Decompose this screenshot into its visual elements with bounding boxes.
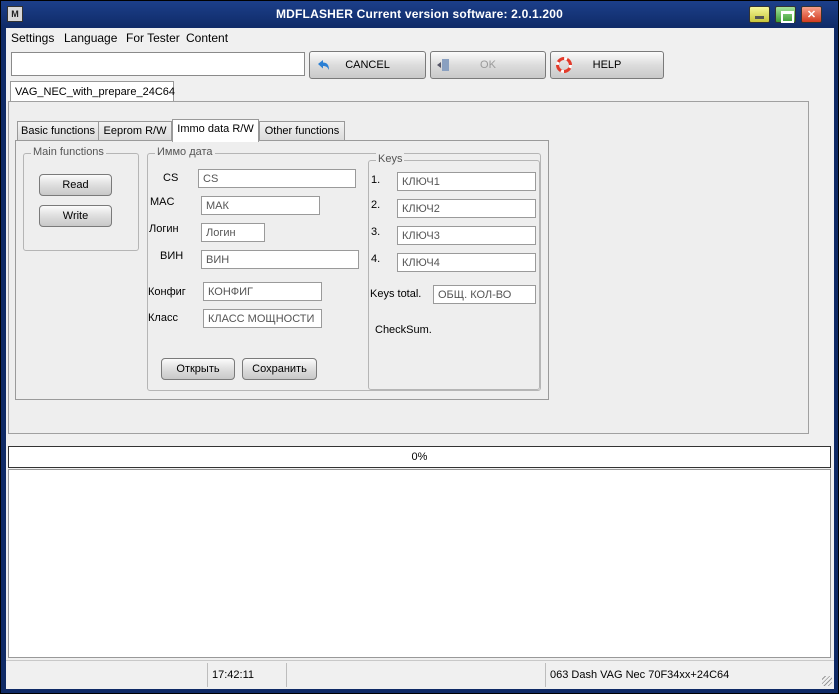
progress-text: 0% — [411, 451, 428, 463]
key3-label: 3. — [371, 226, 381, 238]
key4-field[interactable]: КЛЮЧ4 — [397, 253, 536, 272]
help-button[interactable]: HELP — [550, 51, 664, 79]
status-device: 063 Dash VAG Nec 70F34xx+24C64 — [550, 669, 730, 681]
ok-button[interactable]: OK — [430, 51, 546, 79]
tab-other-functions[interactable]: Other functions — [259, 121, 345, 141]
command-input[interactable] — [11, 52, 305, 76]
keys-total-label: Keys total. — [370, 288, 422, 300]
main-functions-group: Main functions Read Write — [23, 146, 139, 251]
help-label: HELP — [592, 59, 622, 71]
vin-field[interactable]: ВИН — [201, 250, 359, 269]
cs-label: CS — [163, 172, 179, 184]
keys-total-field[interactable]: ОБЩ. КОЛ-ВО — [433, 285, 536, 304]
menu-content[interactable]: Content — [186, 31, 228, 45]
mac-label: MAC — [150, 196, 175, 208]
checksum-label: CheckSum. — [375, 324, 432, 336]
key3-field[interactable]: КЛЮЧ3 — [397, 226, 536, 245]
main-functions-title: Main functions — [31, 146, 106, 158]
resize-grip[interactable] — [822, 676, 832, 686]
class-field[interactable]: КЛАСС МОЩНОСТИ — [203, 309, 322, 328]
read-button[interactable]: Read — [39, 174, 112, 196]
cancel-button[interactable]: CANCEL — [309, 51, 426, 79]
status-cell-blank — [287, 663, 546, 687]
window-title: MDFLASHER Current version software: 2.0.… — [275, 7, 564, 21]
config-label: Конфиг — [148, 286, 186, 298]
close-button[interactable] — [801, 6, 822, 23]
config-field[interactable]: КОНФИГ — [203, 282, 322, 301]
maximize-button[interactable] — [775, 6, 796, 23]
menu-bar: Settings Language For Tester Content — [6, 28, 834, 48]
immo-tab-panel: Main functions Read Write Иммо дата CS C… — [15, 140, 549, 400]
login-field[interactable]: Логин — [201, 223, 265, 242]
keys-title: Keys — [376, 153, 405, 165]
progress-bar: 0% — [8, 446, 831, 468]
tab-eeprom-rw[interactable]: Eeprom R/W — [98, 121, 172, 141]
ok-label: OK — [480, 59, 496, 71]
vin-label: ВИН — [160, 250, 184, 262]
class-label: Класс — [148, 312, 178, 324]
key2-label: 2. — [371, 199, 381, 211]
key4-label: 4. — [371, 253, 381, 265]
status-cell-empty — [6, 663, 208, 687]
client-area: Settings Language For Tester Content CAN… — [6, 28, 834, 689]
tab-immo-data-rw[interactable]: Immo data R/W — [172, 119, 259, 142]
key1-label: 1. — [371, 174, 381, 186]
status-time: 17:42:11 — [208, 663, 287, 687]
menu-language[interactable]: Language — [64, 31, 117, 45]
write-button[interactable]: Write — [39, 205, 112, 227]
tab-basic-functions[interactable]: Basic functions — [17, 121, 99, 141]
app-window: M MDFLASHER Current version software: 2.… — [0, 0, 839, 694]
save-button[interactable]: Сохранить — [242, 358, 317, 380]
keys-group: Keys 1. КЛЮЧ1 2. КЛЮЧ2 3. КЛЮЧ3 4. КЛЮЧ4… — [368, 153, 540, 390]
minimize-button[interactable] — [749, 6, 770, 23]
status-bar: 17:42:11 063 Dash VAG Nec 70F34xx+24C64 — [6, 660, 834, 688]
key2-field[interactable]: КЛЮЧ2 — [397, 199, 536, 218]
document-tab[interactable]: VAG_NEC_with_prepare_24C64 — [10, 81, 175, 102]
open-button[interactable]: Открыть — [161, 358, 235, 380]
cs-field[interactable]: CS — [198, 169, 356, 188]
menu-for-tester[interactable]: For Tester — [126, 31, 180, 45]
menu-settings[interactable]: Settings — [11, 31, 54, 45]
immo-data-title: Иммо дата — [155, 146, 215, 158]
document-panel: Basic functions Eeprom R/W Immo data R/W… — [8, 101, 809, 434]
title-bar[interactable]: M MDFLASHER Current version software: 2.… — [1, 1, 838, 28]
login-label: Логин — [149, 223, 179, 235]
immo-data-group: Иммо дата CS CS MAC МАК Логин Логин ВИН … — [147, 146, 541, 391]
key1-field[interactable]: КЛЮЧ1 — [397, 172, 536, 191]
mac-field[interactable]: МАК — [201, 196, 320, 215]
cancel-label: CANCEL — [345, 59, 390, 71]
log-area[interactable] — [8, 469, 831, 658]
